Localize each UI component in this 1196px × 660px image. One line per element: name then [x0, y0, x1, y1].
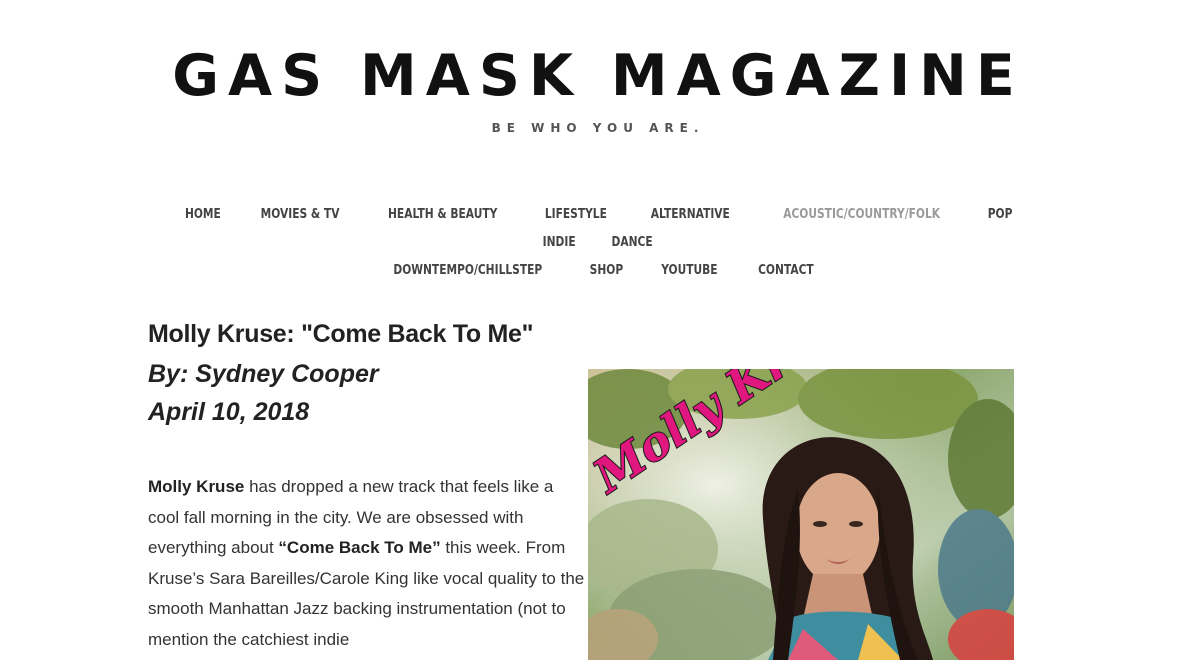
- nav-item-alternative[interactable]: ALTERNATIVE: [650, 201, 729, 228]
- article-date: April 10, 2018: [148, 398, 310, 426]
- nav-item-youtube[interactable]: YOUTUBE: [661, 257, 717, 284]
- site-title[interactable]: GAS MASK MAGAZINE: [0, 40, 1196, 112]
- nav-item-pop[interactable]: POP: [988, 201, 1013, 228]
- nav-item-indie[interactable]: INDIE: [542, 229, 575, 256]
- article-byline: By: Sydney Cooper: [148, 360, 379, 388]
- nav-item-dance[interactable]: DANCE: [612, 229, 653, 256]
- nav-item-downtempo-chillstep[interactable]: DOWNTEMPO/CHILLSTEP: [393, 257, 542, 284]
- nav-item-home[interactable]: HOME: [185, 201, 221, 228]
- main-nav: HOME MOVIES & TV HEALTH & BEAUTY LIFESTYLE A…: [150, 200, 1046, 284]
- cover-art-image[interactable]: Molly Kruse: [588, 369, 1014, 660]
- article-headline[interactable]: Molly Kruse: "Come Back To Me": [148, 320, 533, 349]
- cover-art-graphic: Molly Kruse: [588, 369, 1014, 660]
- article-paragraph: Molly Kruse has dropped a new track that…: [148, 472, 588, 655]
- song-title: “Come Back To Me”: [278, 538, 441, 557]
- nav-item-movies-tv[interactable]: MOVIES & TV: [261, 201, 340, 228]
- nav-item-acoustic-country-folk[interactable]: ACOUSTIC/COUNTRY/FOLK: [783, 201, 940, 228]
- artist-name: Molly Kruse: [148, 477, 245, 496]
- nav-item-lifestyle[interactable]: LIFESTYLE: [545, 201, 607, 228]
- site-tagline: BE WHO YOU ARE.: [491, 121, 705, 135]
- nav-item-shop[interactable]: SHOP: [590, 257, 623, 284]
- nav-item-health-beauty[interactable]: HEALTH & BEAUTY: [388, 201, 497, 228]
- nav-item-contact[interactable]: CONTACT: [758, 257, 814, 284]
